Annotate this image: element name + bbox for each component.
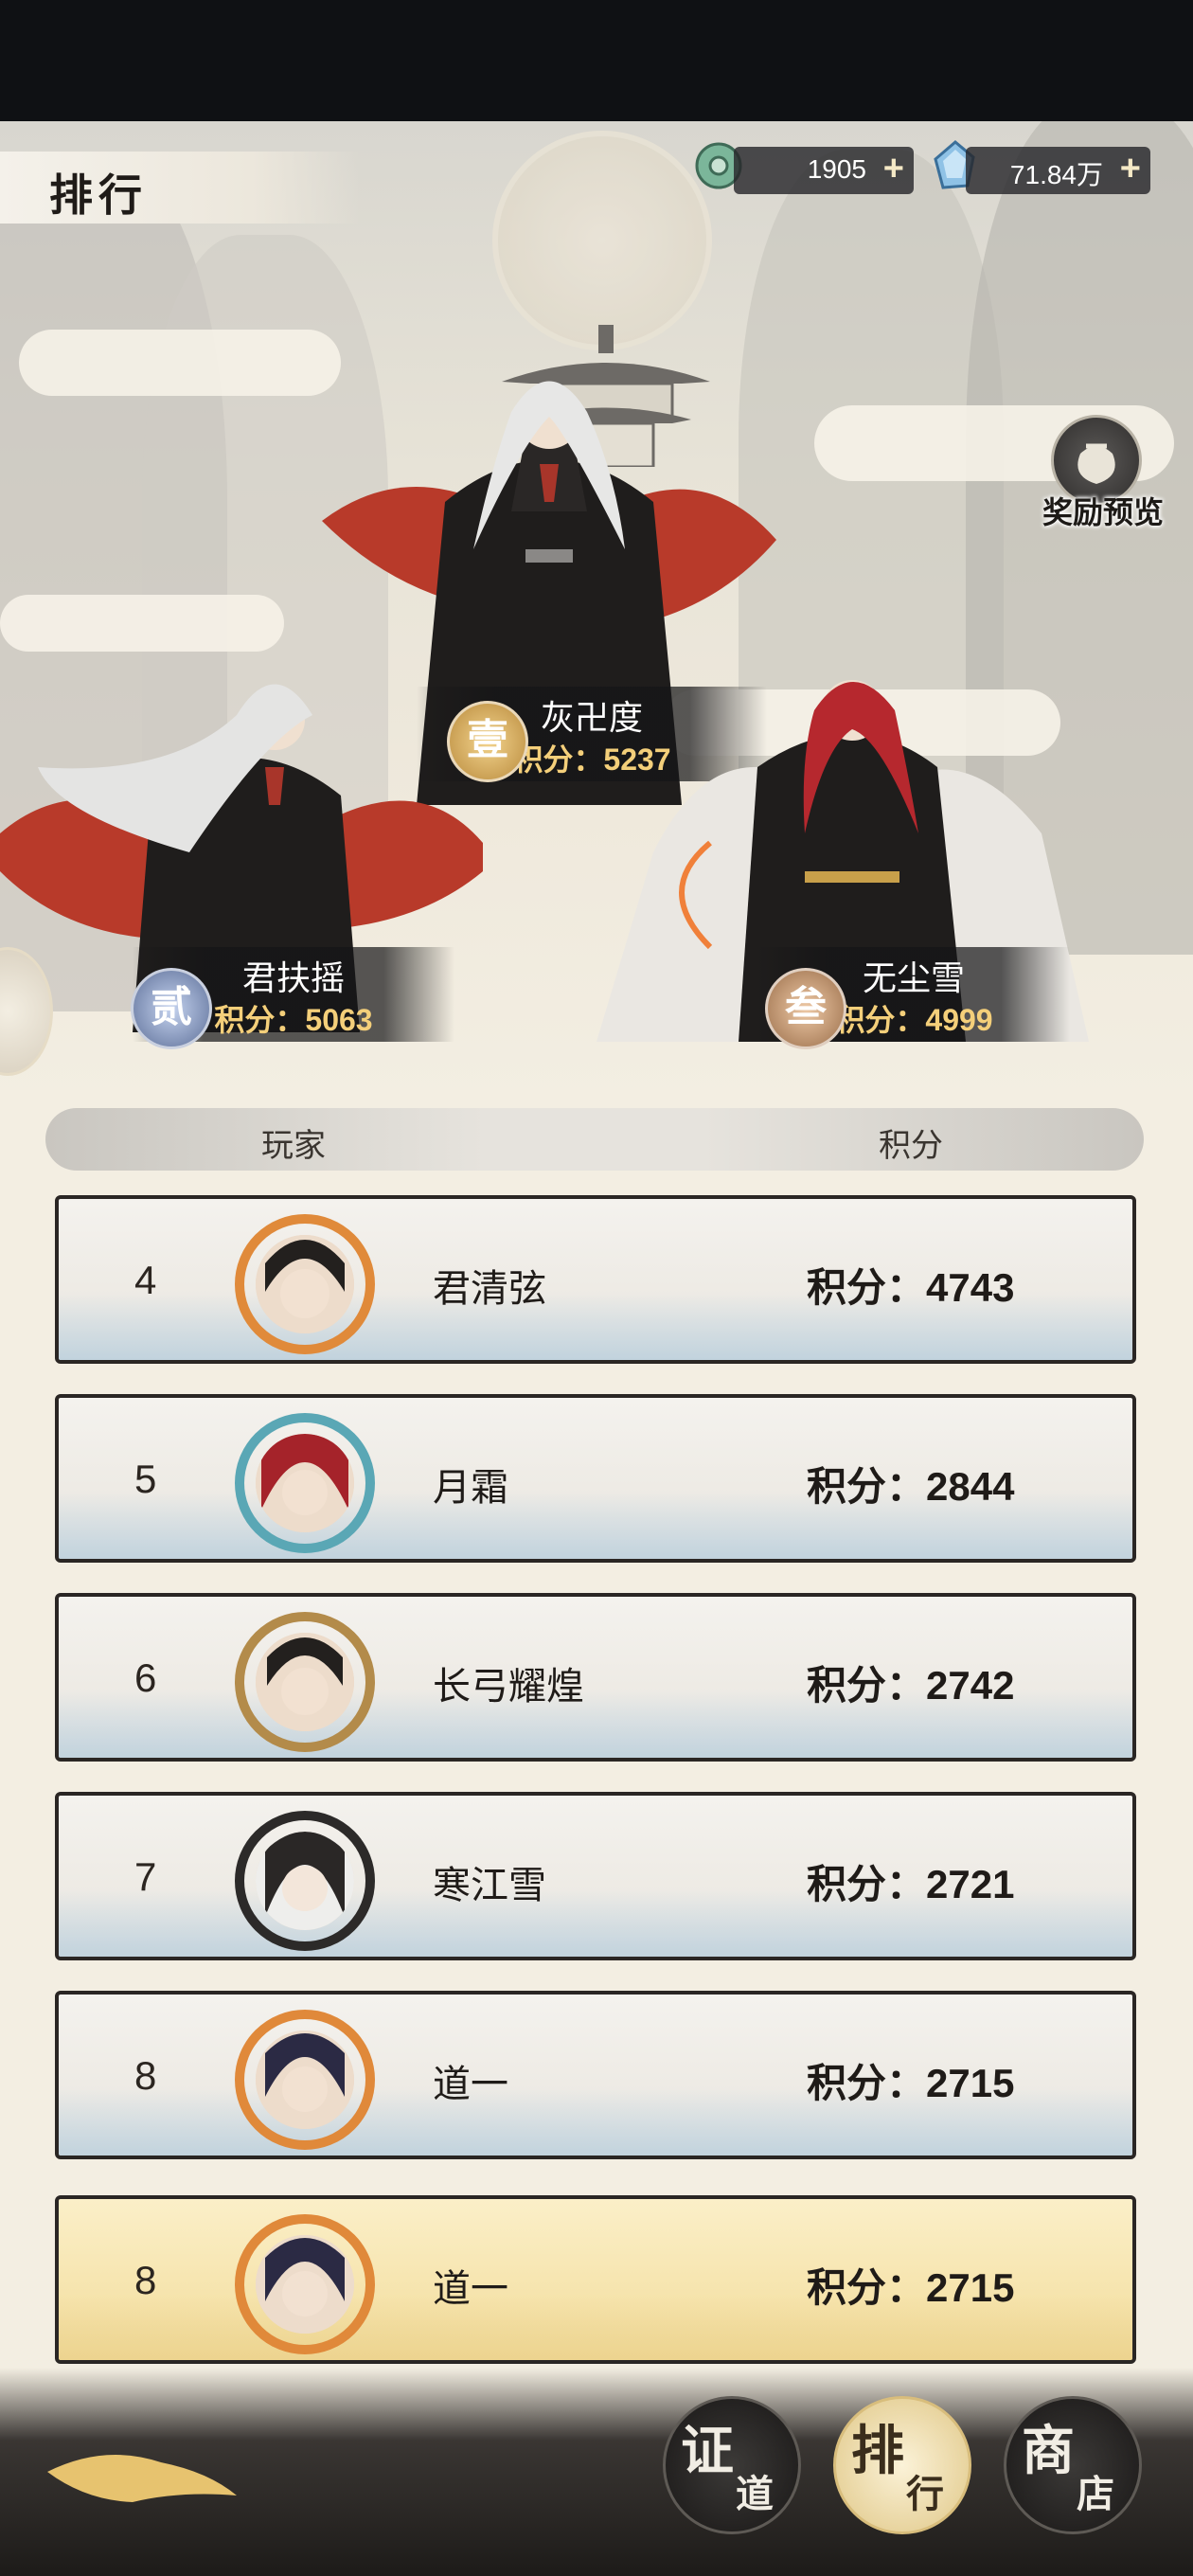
nav-shop-button[interactable]: 商 店 [1004,2396,1142,2534]
row-player-name: 寒江雪 [433,1865,546,1906]
nav-zhengdao-button[interactable]: 证 道 [663,2396,801,2534]
nav-ranking-glyph: 排 [851,2420,904,2482]
status-bar [0,0,1193,121]
my-avatar[interactable] [229,2209,381,2360]
reward-preview-button[interactable]: 奖励预览 [1032,415,1174,538]
player-avatar[interactable] [229,1805,381,1957]
jade-currency-value: 1905 [807,154,866,184]
my-score: 积分：2715 [807,2265,1015,2310]
row-player-name: 君清弦 [433,1268,546,1310]
row-player-name: 长弓耀煌 [433,1666,584,1708]
brush-stroke-decoration [47,2455,237,2502]
leaderboard-row[interactable]: 8 道一 积分：2715 [55,1991,1136,2159]
nav-shop-subglyph: 店 [1077,2472,1114,2516]
player-avatar[interactable] [229,1407,381,1559]
nav-shop-glyph: 商 [1022,2420,1075,2482]
my-rank: 8 [134,2258,157,2302]
leaderboard-row[interactable]: 6 长弓耀煌 积分：2742 [55,1593,1136,1762]
column-player: 玩家 [261,1128,326,1164]
nav-ranking-button[interactable]: 排 行 [833,2396,971,2534]
row-score: 积分：4743 [807,1265,1015,1310]
row-rank: 7 [134,1854,157,1899]
jade-currency-counter: 1905 + [734,147,914,194]
nav-zhengdao-glyph: 证 [681,2420,734,2482]
row-rank: 4 [134,1258,157,1302]
row-player-name: 道一 [433,2064,508,2105]
rank-3-badge: 叁 [765,968,846,1049]
gem-currency-value: 71.84万 [1009,160,1103,189]
nav-zhengdao-subglyph: 道 [736,2472,774,2516]
column-score: 积分 [879,1128,943,1164]
my-rank-row[interactable]: 8 道一 积分：2715 [55,2195,1136,2364]
row-score: 积分：2721 [807,1862,1015,1906]
player-avatar[interactable] [229,2004,381,2156]
rank-2-badge: 贰 [131,968,212,1049]
row-score: 积分：2844 [807,1464,1015,1509]
gem-currency-counter: 71.84万 + [966,147,1150,194]
nav-ranking-subglyph: 行 [906,2472,944,2516]
moon-emblem [492,131,712,350]
row-rank: 5 [134,1457,157,1501]
leaderboard-header: 玩家 积分 [45,1108,1144,1171]
row-rank: 8 [134,2053,157,2098]
row-score: 积分：2742 [807,1663,1015,1708]
player-avatar[interactable] [229,1208,381,1360]
player-avatar[interactable] [229,1606,381,1758]
leaderboard-row[interactable]: 4 君清弦 积分：4743 [55,1195,1136,1364]
page-title: 排行 [49,170,148,221]
leaderboard-row[interactable]: 7 寒江雪 积分：2721 [55,1792,1136,1960]
reward-preview-label: 奖励预览 [1042,495,1164,529]
row-rank: 6 [134,1655,157,1700]
add-gem-button[interactable]: + [1120,149,1141,189]
add-jade-button[interactable]: + [883,149,904,189]
row-score: 积分：2715 [807,2061,1015,2105]
my-player-name: 道一 [433,2268,508,2310]
row-player-name: 月霜 [433,1467,508,1509]
leaderboard-row[interactable]: 5 月霜 积分：2844 [55,1394,1136,1563]
